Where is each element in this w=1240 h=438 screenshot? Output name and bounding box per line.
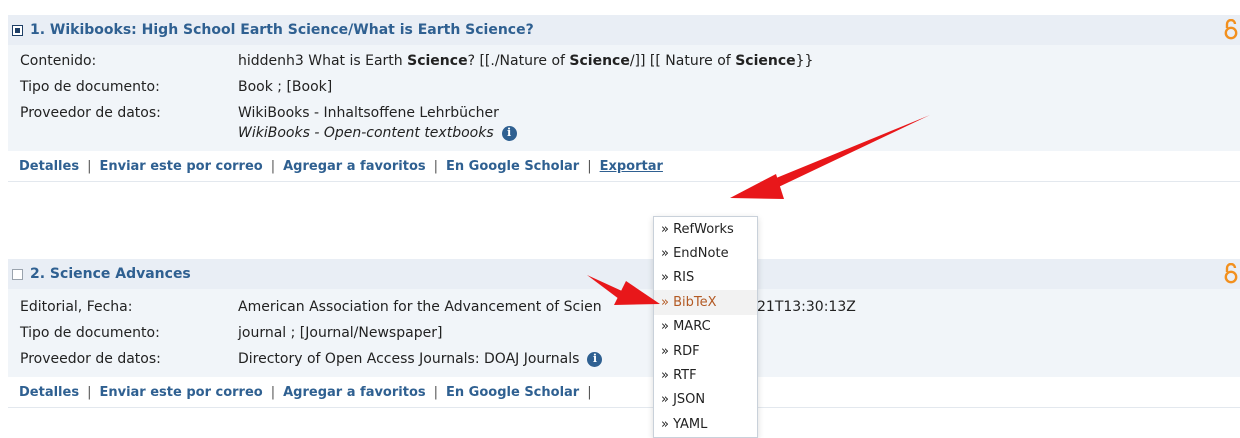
export-item-rdf[interactable]: » RDF bbox=[654, 339, 757, 363]
export-item-rtf[interactable]: » RTF bbox=[654, 363, 757, 387]
export-item-refworks[interactable]: » RefWorks bbox=[654, 217, 757, 241]
record-2-title[interactable]: 2. Science Advances bbox=[30, 266, 191, 282]
record-1-title[interactable]: 1. Wikibooks: High School Earth Science/… bbox=[30, 22, 534, 38]
open-access-icon bbox=[1224, 19, 1238, 40]
export-link[interactable]: Exportar bbox=[600, 159, 663, 174]
separator: | bbox=[87, 384, 92, 400]
field-label: Contenido: bbox=[20, 53, 97, 69]
field-value: hiddenh3 What is Earth Science? [[./Natu… bbox=[238, 53, 814, 69]
record-1-header: 1. Wikibooks: High School Earth Science/… bbox=[8, 15, 1240, 45]
separator: | bbox=[270, 384, 276, 400]
info-icon[interactable]: i bbox=[587, 351, 603, 367]
record-2-checkbox[interactable] bbox=[12, 268, 23, 280]
export-item-json[interactable]: » JSON bbox=[654, 388, 757, 412]
field-proveedor: Proveedor de datos: WikiBooks - Inhaltso… bbox=[8, 103, 1240, 143]
field-label: Tipo de documento: bbox=[20, 79, 160, 95]
export-dropdown: » RefWorks » EndNote » RIS » BibTeX » MA… bbox=[653, 216, 758, 438]
proveedor-subtitle: WikiBooks - Open-content textbooks i bbox=[238, 123, 517, 143]
record-2-actions: Detalles | Enviar este por correo | Agrega… bbox=[8, 377, 1240, 408]
record-1-body: Contenido: hiddenh3 What is Earth Scienc… bbox=[8, 45, 1240, 151]
export-item-ris[interactable]: » RIS bbox=[654, 266, 757, 290]
field-editorial: Editorial, Fecha: American Association f… bbox=[8, 297, 1240, 317]
field-label: Proveedor de datos: bbox=[20, 105, 161, 121]
record-2-body: Editorial, Fecha: American Association f… bbox=[8, 289, 1240, 377]
field-contenido: Contenido: hiddenh3 What is Earth Scienc… bbox=[8, 51, 1240, 71]
google-scholar-link[interactable]: En Google Scholar bbox=[446, 385, 579, 400]
email-link[interactable]: Enviar este por correo bbox=[99, 159, 262, 174]
record-1-checkbox[interactable] bbox=[12, 24, 23, 36]
record-2-header: 2. Science Advances bbox=[8, 259, 1240, 289]
export-item-endnote[interactable]: » EndNote bbox=[654, 241, 757, 265]
field-value: Book ; [Book] bbox=[238, 79, 333, 95]
detalles-link[interactable]: Detalles bbox=[19, 385, 79, 400]
open-access-icon bbox=[1224, 263, 1238, 284]
detalles-link[interactable]: Detalles bbox=[19, 159, 79, 174]
separator: | bbox=[433, 158, 439, 174]
export-item-bibtex[interactable]: » BibTeX bbox=[654, 290, 757, 315]
export-item-marc[interactable]: » MARC bbox=[654, 315, 757, 339]
favorites-link[interactable]: Agregar a favoritos bbox=[283, 159, 426, 174]
field-value: journal ; [Journal/Newspaper] bbox=[238, 325, 443, 341]
separator: | bbox=[587, 384, 592, 400]
separator: | bbox=[87, 158, 92, 174]
separator: | bbox=[433, 384, 439, 400]
separator: | bbox=[270, 158, 276, 174]
field-value: American Association for the Advancement… bbox=[238, 299, 856, 315]
field-value: WikiBooks - Inhaltsoffene Lehrbücher Wik… bbox=[238, 103, 517, 143]
field-label: Proveedor de datos: bbox=[20, 351, 161, 367]
proveedor-name: WikiBooks - Inhaltsoffene Lehrbücher bbox=[238, 105, 499, 121]
field-proveedor: Proveedor de datos: Directory of Open Ac… bbox=[8, 349, 1240, 369]
record-1-actions: Detalles | Enviar este por correo | Agrega… bbox=[8, 151, 1240, 182]
field-tipo: Tipo de documento: journal ; [Journal/Ne… bbox=[8, 323, 1240, 343]
field-label: Editorial, Fecha: bbox=[20, 299, 133, 315]
email-link[interactable]: Enviar este por correo bbox=[99, 385, 262, 400]
info-icon[interactable]: i bbox=[501, 125, 517, 141]
google-scholar-link[interactable]: En Google Scholar bbox=[446, 159, 579, 174]
field-value: Directory of Open Access Journals: DOAJ … bbox=[238, 349, 603, 369]
separator: | bbox=[587, 158, 592, 174]
record-2: 2. Science Advances Editorial, Fecha: Am… bbox=[8, 259, 1240, 408]
export-item-yaml[interactable]: » YAML bbox=[654, 412, 757, 436]
field-tipo: Tipo de documento: Book ; [Book] bbox=[8, 77, 1240, 97]
favorites-link[interactable]: Agregar a favoritos bbox=[283, 385, 426, 400]
record-1: 1. Wikibooks: High School Earth Science/… bbox=[8, 15, 1240, 182]
field-label: Tipo de documento: bbox=[20, 325, 160, 341]
